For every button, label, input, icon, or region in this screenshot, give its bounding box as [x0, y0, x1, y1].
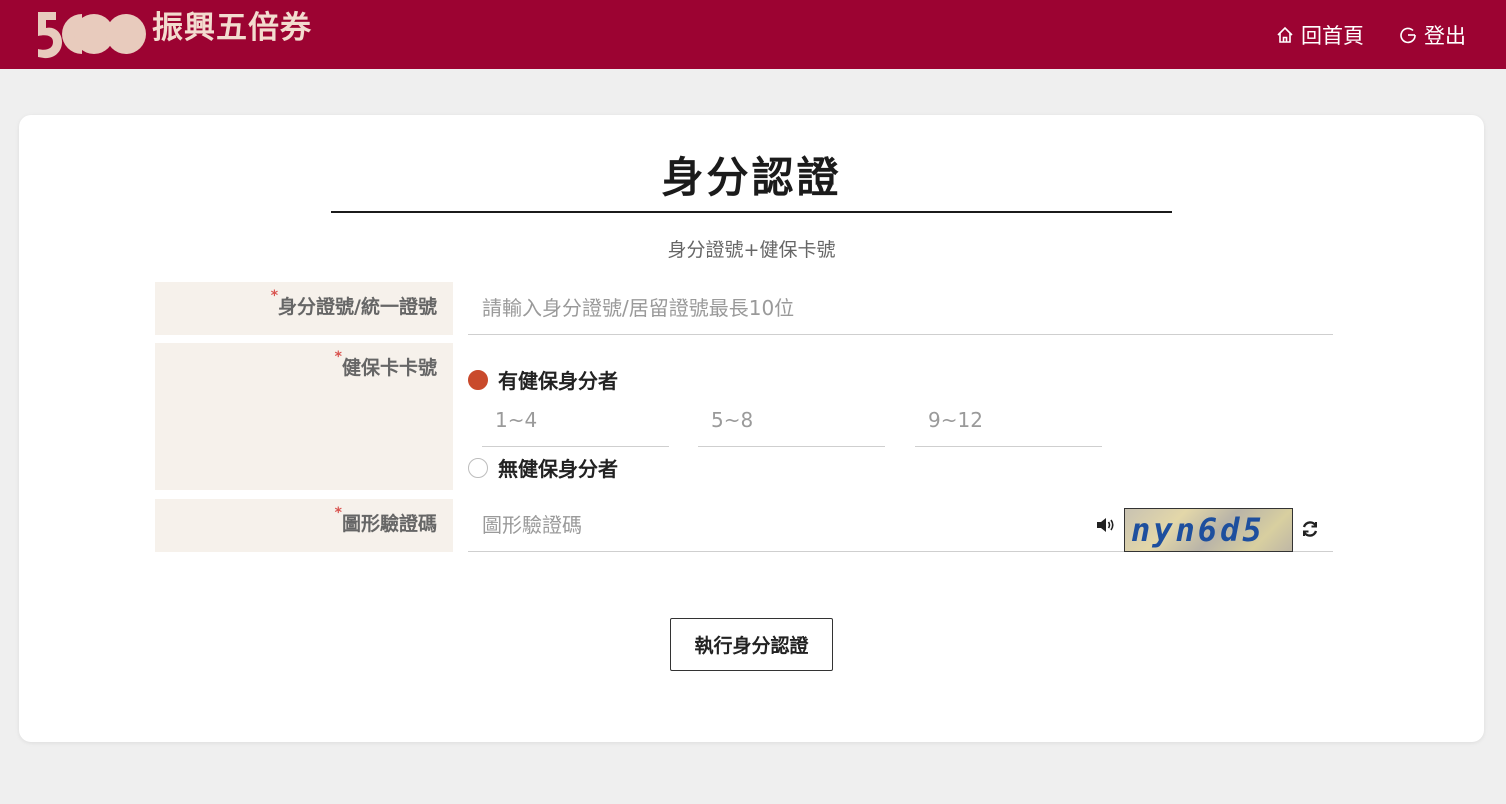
id-number-row: *身分證號/統一證號 — [155, 282, 1333, 335]
logout-icon — [1398, 25, 1418, 45]
required-mark: * — [270, 288, 279, 304]
header-nav: 回首頁 登出 — [1275, 20, 1466, 50]
radio-checked-icon — [468, 369, 488, 390]
radio-has-health-insurance[interactable]: 有健保身分者 — [468, 365, 618, 394]
card-number-segment-2[interactable] — [698, 393, 885, 447]
captcha-label-text: 圖形驗證碼 — [341, 513, 437, 535]
id-number-label: *身分證號/統一證號 — [155, 282, 453, 335]
radio-no-health-insurance[interactable]: 無健保身分者 — [468, 453, 618, 482]
required-mark: * — [334, 505, 342, 521]
logo-text: 振興五倍券 — [152, 10, 312, 46]
home-icon — [1275, 25, 1295, 45]
card-number-segment-3[interactable] — [915, 393, 1102, 447]
speaker-icon[interactable] — [1095, 516, 1117, 538]
home-link[interactable]: 回首頁 — [1275, 20, 1364, 50]
captcha-text: nyn6d5 — [1131, 511, 1265, 549]
top-header-bar: 振興五倍券 回首頁 登出 — [0, 0, 1506, 69]
captcha-row: *圖形驗證碼 nyn6d5 — [155, 499, 1333, 552]
required-mark: * — [334, 349, 342, 365]
refresh-icon[interactable] — [1300, 519, 1320, 543]
health-card-label-text: 健保卡卡號 — [341, 357, 437, 379]
site-logo[interactable]: 振興五倍券 — [36, 8, 312, 60]
captcha-label: *圖形驗證碼 — [155, 499, 453, 552]
home-link-label: 回首頁 — [1301, 24, 1364, 48]
logout-link[interactable]: 登出 — [1398, 20, 1466, 50]
card-number-segment-1[interactable] — [482, 393, 669, 447]
radio-has-label: 有健保身分者 — [498, 369, 618, 393]
health-card-label: *健保卡卡號 — [155, 343, 453, 490]
id-number-label-text: 身分證號/統一證號 — [278, 296, 437, 318]
5000-logo-icon — [36, 8, 148, 60]
radio-none-label: 無健保身分者 — [498, 457, 618, 481]
radio-unchecked-icon — [468, 457, 488, 478]
page-title: 身分認證 — [661, 153, 842, 202]
logout-link-label: 登出 — [1424, 24, 1466, 48]
health-card-row: *健保卡卡號 有健保身分者 無健保身分者 — [155, 343, 1333, 490]
page-subtitle: 身分證號+健保卡號 — [667, 239, 836, 261]
id-number-input[interactable] — [468, 282, 1333, 335]
auth-card: 身分認證 身分證號+健保卡號 *身分證號/統一證號 *健保卡卡號 有健保身分者 … — [19, 115, 1484, 742]
title-divider — [331, 211, 1172, 213]
submit-auth-button[interactable]: 執行身分認證 — [670, 618, 833, 671]
captcha-image: nyn6d5 — [1124, 508, 1293, 552]
